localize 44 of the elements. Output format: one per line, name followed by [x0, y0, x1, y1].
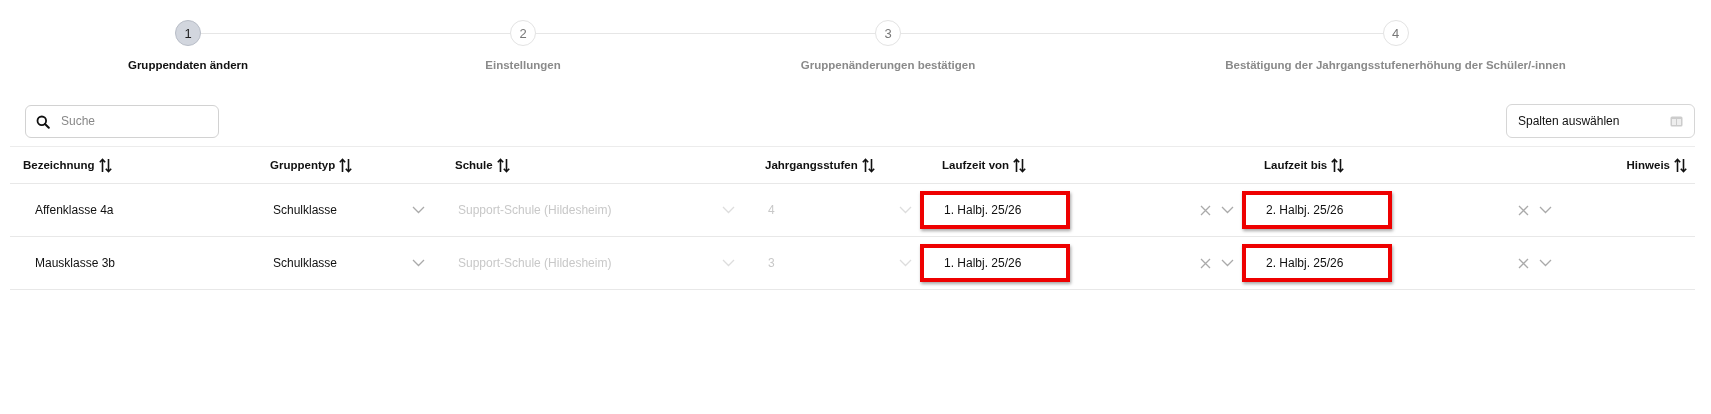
step-label: Bestätigung der Jahrgangsstufenerhöhung der Schüler/-innen — [1225, 59, 1566, 71]
sort-icon[interactable] — [1331, 157, 1345, 173]
clear-icon[interactable] — [1200, 257, 1211, 269]
column-header[interactable]: Laufzeit von — [942, 159, 1010, 171]
sort-icon[interactable] — [861, 157, 875, 173]
step-number[interactable]: 4 — [1382, 20, 1409, 46]
column-header[interactable]: Laufzeit bis — [1264, 159, 1328, 171]
dropdown-value[interactable]: Schulklasse — [273, 203, 338, 217]
column-header[interactable]: Bezeichnung — [23, 159, 95, 171]
step-number[interactable]: 3 — [875, 20, 901, 46]
chevron-down-icon[interactable] — [1539, 206, 1552, 214]
search-icon — [36, 114, 50, 129]
sort-icon[interactable] — [98, 157, 112, 173]
chevron-down-icon[interactable] — [412, 206, 425, 214]
table-cell-text: Affenklasse 4a — [34, 203, 114, 217]
clear-icon[interactable] — [1200, 204, 1211, 216]
dropdown-value[interactable]: 1. Halbj. 25/26 — [944, 203, 1022, 217]
step-label: Einstellungen — [485, 59, 561, 71]
sort-icon[interactable] — [339, 157, 353, 173]
search-field[interactable]: Suche — [25, 104, 219, 138]
clear-icon[interactable] — [1518, 257, 1529, 269]
columns-icon — [1670, 115, 1683, 127]
sort-icon[interactable] — [1013, 157, 1027, 173]
chevron-down-icon[interactable] — [1221, 259, 1234, 267]
sort-icon[interactable] — [1674, 157, 1687, 173]
column-header[interactable]: Jahrgangsstufen — [765, 159, 858, 171]
select-columns-button[interactable]: Spalten auswählen — [1506, 104, 1695, 138]
step-number[interactable]: 1 — [175, 20, 201, 46]
chevron-down-icon[interactable] — [412, 259, 425, 267]
dropdown-value[interactable]: 1. Halbj. 25/26 — [944, 256, 1022, 270]
column-header[interactable]: Gruppentyp — [270, 159, 336, 171]
dropdown-value[interactable]: 2. Halbj. 25/26 — [1266, 256, 1344, 270]
column-header[interactable]: Schule — [455, 159, 493, 171]
dropdown-value[interactable]: 2. Halbj. 25/26 — [1266, 203, 1344, 217]
dropdown-value[interactable]: Schulklasse — [273, 256, 338, 270]
table-cell-text: Mausklasse 3b — [34, 256, 116, 270]
chevron-down-icon[interactable] — [1221, 206, 1234, 214]
step-label: Gruppenänderungen bestätigen — [800, 59, 976, 71]
clear-icon[interactable] — [1518, 204, 1529, 216]
step-label: Gruppendaten ändern — [127, 59, 249, 71]
sort-icon[interactable] — [496, 157, 510, 173]
column-header[interactable]: Hinweis — [1626, 159, 1670, 171]
chevron-down-icon[interactable] — [1539, 259, 1552, 267]
step-number[interactable]: 2 — [510, 20, 536, 46]
